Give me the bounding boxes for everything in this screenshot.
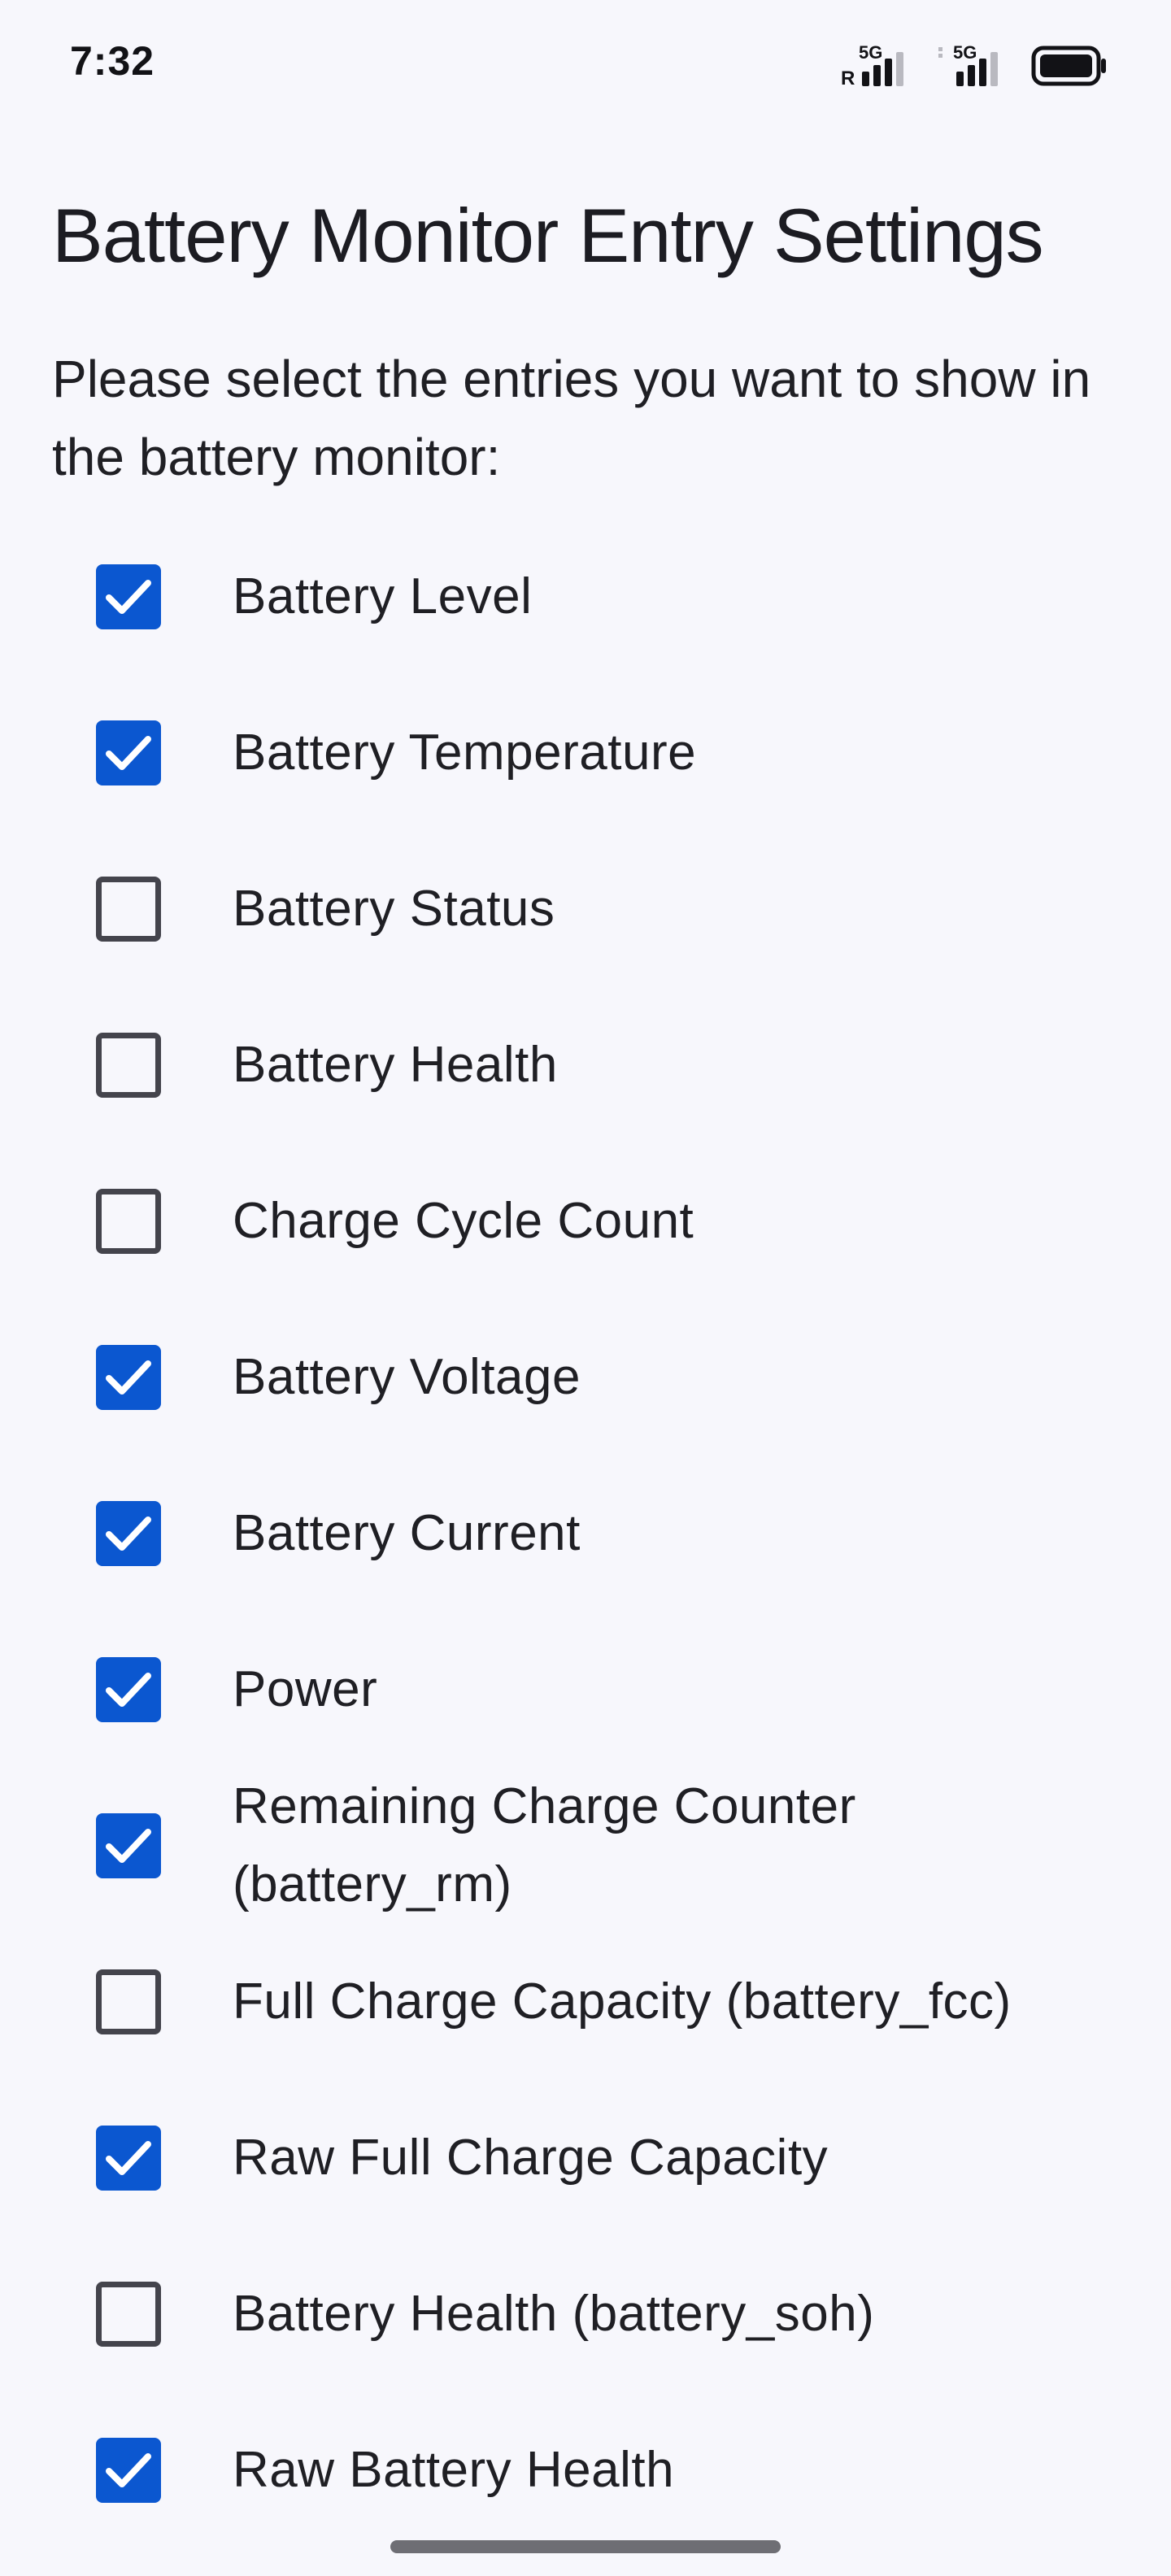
entry-label: Charge Cycle Count xyxy=(233,1193,694,1249)
sim2-network-label: 5G xyxy=(953,42,977,63)
checkbox-unchecked[interactable] xyxy=(96,1033,161,1098)
entry-label: Raw Full Charge Capacity xyxy=(233,2130,829,2186)
checkmark-icon xyxy=(106,2453,151,2487)
entry-label: Power xyxy=(233,1661,378,1717)
checkbox-checked[interactable] xyxy=(96,720,161,785)
checkmark-icon xyxy=(106,1829,151,1863)
checkbox-checked[interactable] xyxy=(96,1501,161,1566)
entry-row[interactable]: Battery Voltage xyxy=(96,1300,1137,1455)
battery-icon xyxy=(1031,46,1106,86)
entry-label: Battery Status xyxy=(233,881,555,937)
entry-row[interactable]: Remaining Charge Counter (battery_rm) xyxy=(96,1769,1137,1923)
status-icons: 5G R 5G xyxy=(841,41,1108,89)
checkbox-unchecked[interactable] xyxy=(96,877,161,942)
checkbox-checked[interactable] xyxy=(96,1813,161,1878)
entry-row[interactable]: Full Charge Capacity (battery_fcc) xyxy=(96,1925,1137,2079)
sim1-roaming-label: R xyxy=(841,67,855,89)
checkbox-unchecked[interactable] xyxy=(96,1969,161,2034)
home-indicator[interactable] xyxy=(390,2540,781,2553)
checkmark-icon xyxy=(106,1673,151,1707)
entry-row[interactable]: Battery Current xyxy=(96,1456,1137,1611)
entry-label: Battery Temperature xyxy=(233,724,697,781)
sim1-network-label: 5G xyxy=(859,42,882,63)
checkbox-checked[interactable] xyxy=(96,2126,161,2191)
entry-label: Raw Battery Health xyxy=(233,2442,675,2498)
checkmark-icon xyxy=(106,2141,151,2175)
entry-row[interactable]: Battery Health xyxy=(96,988,1137,1142)
entry-row[interactable]: Battery Level xyxy=(96,520,1137,674)
checkmark-icon xyxy=(106,1360,151,1395)
checkmark-icon xyxy=(106,1516,151,1551)
entry-row[interactable]: Battery Temperature xyxy=(96,676,1137,830)
entry-row[interactable]: Power xyxy=(96,1612,1137,1767)
entry-label: Full Charge Capacity (battery_fcc) xyxy=(233,1973,1012,2030)
checkmark-icon xyxy=(106,580,151,614)
entry-label: Battery Voltage xyxy=(233,1349,581,1405)
entry-row[interactable]: Battery Status xyxy=(96,832,1137,986)
entry-label: Battery Health (battery_soh) xyxy=(233,2286,875,2342)
checkmark-icon xyxy=(106,736,151,770)
status-time: 7:32 xyxy=(70,38,155,84)
checkbox-checked[interactable] xyxy=(96,2438,161,2503)
entry-label: Remaining Charge Counter (battery_rm) xyxy=(233,1778,856,1912)
signal-5g-icon: 5G xyxy=(938,42,998,86)
entry-label: Battery Health xyxy=(233,1037,558,1093)
entry-row[interactable]: Charge Cycle Count xyxy=(96,1144,1137,1299)
signal-5g-roaming-icon: 5G R xyxy=(841,42,903,89)
page-title: Battery Monitor Entry Settings xyxy=(52,193,1044,278)
checkbox-checked[interactable] xyxy=(96,1345,161,1410)
status-bar: 7:32 5G R 5G xyxy=(0,0,1171,130)
entry-label: Battery Level xyxy=(233,568,533,624)
entry-label: Battery Current xyxy=(233,1505,581,1561)
entry-row[interactable]: Raw Full Charge Capacity xyxy=(96,2081,1137,2235)
checkbox-unchecked[interactable] xyxy=(96,1189,161,1254)
checkbox-checked[interactable] xyxy=(96,564,161,629)
page-description: Please select the entries you want to sh… xyxy=(52,350,1091,486)
entry-row[interactable]: Raw Battery Health xyxy=(96,2393,1137,2548)
entry-row[interactable]: Battery Health (battery_soh) xyxy=(96,2237,1137,2391)
checkbox-unchecked[interactable] xyxy=(96,2282,161,2347)
checkbox-checked[interactable] xyxy=(96,1657,161,1722)
